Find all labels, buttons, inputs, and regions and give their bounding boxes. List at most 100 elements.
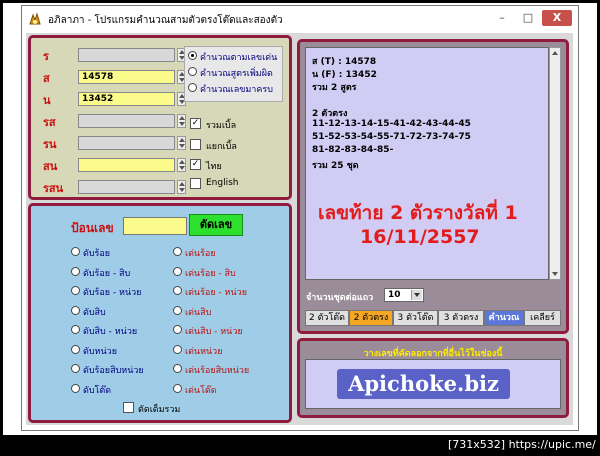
output-line-8: 81-82-83-84-85- — [312, 145, 394, 155]
cut-right-radio-6[interactable] — [173, 345, 182, 354]
tab-3-trong[interactable]: 3 ตัวตรง — [438, 310, 484, 326]
sets-per-row-value: 10 — [388, 290, 401, 300]
label-sn: สน — [43, 160, 58, 173]
spinner-rn[interactable] — [177, 136, 186, 150]
cut-right-radio-4[interactable] — [173, 306, 182, 315]
check-label-rom-ble: รวมเบิ้ล — [206, 121, 237, 131]
paste-panel-title: วางเลขที่คัดลอกจากที่อื่นไว้ในช่องนี้ — [363, 349, 503, 359]
check-label-english: English — [206, 178, 239, 188]
result-date: 16/11/2557 — [360, 226, 480, 248]
input-rs[interactable] — [78, 114, 175, 128]
input-number-label: ป้อนเลข — [71, 221, 114, 235]
window-title: อภิลาภา - โปรแกรมคำนวณสามตัวตรงโต๊ดและสอ… — [48, 15, 283, 26]
cut-left-radio-1[interactable] — [71, 247, 80, 256]
check-yaek-ble[interactable] — [190, 139, 201, 150]
cut-right-label-3: เด่นร้อย - หน่วย — [185, 288, 247, 298]
cut-number-button[interactable]: ตัดเลข — [189, 214, 243, 236]
spinner-rs[interactable] — [177, 114, 186, 128]
output-scrollbar[interactable] — [549, 47, 561, 280]
cut-left-radio-5[interactable] — [71, 325, 80, 334]
check-thai[interactable]: ✓ — [190, 159, 201, 170]
paste-textarea[interactable]: Apichoke.biz — [305, 359, 561, 409]
cut-right-radio-5[interactable] — [173, 325, 182, 334]
input-sn[interactable] — [78, 158, 175, 172]
cut-right-label-6: เด่นหน่วย — [185, 347, 223, 357]
input-rsn[interactable] — [78, 180, 175, 194]
mode-radio-3[interactable] — [188, 83, 197, 92]
cut-left-label-2: ดับร้อย - สิบ — [83, 269, 131, 279]
check-rom-ble[interactable]: ✓ — [190, 118, 201, 129]
mode-label-2: คำนวณสูตรเพิ่มผิด — [200, 69, 273, 79]
sets-per-row-label: จำนวนชุดต่อแถว — [306, 293, 374, 303]
website-banner: Apichoke.biz — [337, 369, 510, 399]
cut-left-radio-4[interactable] — [71, 306, 80, 315]
maximize-button[interactable]: □ — [515, 10, 541, 26]
output-line-1: ส (T) : 14578 — [312, 57, 377, 67]
cut-left-radio-8[interactable] — [71, 384, 80, 393]
client-area: ร ส 14578 น 13452 รส รน สน รสน คำนวณตามเ… — [26, 33, 573, 425]
cut-left-label-5: ดับสิบ - หน่วย — [83, 327, 138, 337]
output-line-9: รวม 25 ชุด — [312, 161, 359, 171]
cut-left-radio-6[interactable] — [71, 345, 80, 354]
cut-left-radio-2[interactable] — [71, 267, 80, 276]
cut-right-radio-2[interactable] — [173, 267, 182, 276]
cut-right-radio-7[interactable] — [173, 364, 182, 373]
tab-2-trong[interactable]: 2 ตัวตรง — [349, 310, 393, 326]
cut-left-radio-3[interactable] — [71, 286, 80, 295]
output-line-5: 2 ตัวตรง — [312, 109, 348, 119]
label-rsn: รสน — [43, 182, 64, 195]
cut-right-radio-8[interactable] — [173, 384, 182, 393]
app-window: อภิลาภา - โปรแกรมคำนวณสามตัวตรงโต๊ดและสอ… — [21, 5, 579, 431]
title-bar: อภิลาภา - โปรแกรมคำนวณสามตัวตรงโต๊ดและสอ… — [22, 6, 578, 32]
spinner-sn[interactable] — [177, 158, 186, 172]
check-english[interactable] — [190, 178, 201, 189]
input-r[interactable] — [78, 48, 175, 62]
mode-radio-1[interactable] — [188, 51, 197, 60]
cut-left-label-3: ดับร้อย - หน่วย — [83, 288, 142, 298]
label-n: น — [43, 94, 51, 107]
cut-right-radio-3[interactable] — [173, 286, 182, 295]
minimize-button[interactable]: – — [489, 10, 515, 26]
label-r: ร — [43, 50, 49, 63]
mode-label-1: คำนวณตามเลขเด่น — [200, 53, 278, 63]
input-n[interactable]: 13452 — [78, 92, 175, 106]
app-logo-icon — [29, 12, 41, 25]
label-s: ส — [43, 72, 50, 85]
cut-right-label-5: เด่นสิบ - หน่วย — [185, 327, 243, 337]
output-textarea[interactable]: ส (T) : 14578 น (F) : 13452 รวม 2 สูตร 2… — [305, 47, 549, 280]
cut-left-label-6: ดับหน่วย — [83, 347, 117, 357]
check-label-cut-total: ตัดเด็มรวม — [138, 405, 181, 415]
cut-right-label-8: เด่นโต๊ด — [185, 386, 217, 396]
cut-left-label-1: ดับร้อย — [83, 249, 111, 259]
output-line-3: รวม 2 สูตร — [312, 83, 357, 93]
scroll-up-icon[interactable] — [552, 51, 558, 55]
mode-options: คำนวณตามเลขเด่น คำนวณสูตรเพิ่มผิด คำนวณเ… — [184, 46, 283, 102]
chevron-down-icon[interactable] — [411, 290, 422, 300]
mode-radio-2[interactable] — [188, 67, 197, 76]
cut-panel: ป้อนเลข ตัดเลข ดับร้อย ดับร้อย - สิบ ดับ… — [28, 203, 292, 423]
cut-left-radio-7[interactable] — [71, 364, 80, 373]
image-size-caption: [731x532] https://upic.me/ — [448, 438, 596, 451]
scroll-down-icon[interactable] — [552, 272, 558, 276]
output-line-2: น (F) : 13452 — [312, 70, 377, 80]
tab-2-tod[interactable]: 2 ตัวโต๊ด — [305, 310, 349, 326]
cut-right-label-7: เด่นร้อยสิบหน่วย — [185, 366, 250, 376]
cut-right-label-2: เด่นร้อย - สิบ — [185, 269, 236, 279]
clear-button[interactable]: เคลียร์ — [524, 310, 561, 326]
spinner-rsn[interactable] — [177, 180, 186, 194]
close-button[interactable]: X — [542, 10, 572, 26]
check-label-yaek-ble: แยกเบิ้ล — [206, 142, 237, 152]
cut-right-label-1: เด่นร้อย — [185, 249, 216, 259]
cut-right-label-4: เด่นสิบ — [185, 308, 212, 318]
input-panel: ร ส 14578 น 13452 รส รน สน รสน คำนวณตามเ… — [28, 35, 292, 200]
sets-per-row-select[interactable]: 10 — [384, 288, 424, 302]
calculate-button[interactable]: คำนวณ — [484, 310, 524, 326]
tab-3-tod[interactable]: 3 ตัวโต๊ด — [393, 310, 438, 326]
cut-right-radio-1[interactable] — [173, 247, 182, 256]
input-number-field[interactable] — [123, 217, 187, 235]
label-rs: รส — [43, 116, 56, 129]
output-panel: ส (T) : 14578 น (F) : 13452 รวม 2 สูตร 2… — [297, 39, 569, 334]
input-s[interactable]: 14578 — [78, 70, 175, 84]
check-cut-total[interactable] — [123, 402, 134, 413]
input-rn[interactable] — [78, 136, 175, 150]
